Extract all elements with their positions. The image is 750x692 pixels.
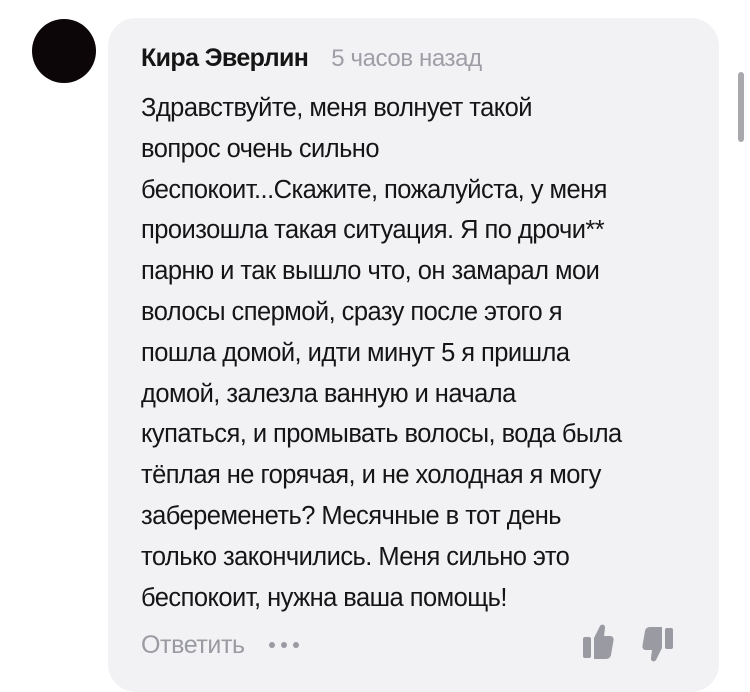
more-dot bbox=[292, 642, 299, 648]
more-dots-icon[interactable] bbox=[267, 636, 301, 654]
more-dot bbox=[268, 642, 275, 648]
thumbs-down-icon[interactable] bbox=[641, 622, 675, 664]
comment-page: Кира Эверлин 5 часов назад Здравствуйте,… bbox=[0, 0, 750, 692]
comment-actions: Ответить bbox=[141, 628, 301, 662]
more-dot bbox=[280, 642, 287, 648]
reply-button[interactable]: Ответить bbox=[141, 631, 245, 660]
comment-header: Кира Эверлин 5 часов назад bbox=[141, 44, 482, 73]
comment-time: 5 часов назад bbox=[331, 45, 482, 72]
comment-text: Здравствуйте, меня волнует такой вопрос … bbox=[141, 94, 622, 612]
author-name[interactable]: Кира Эверлин bbox=[141, 44, 309, 73]
thumbs-up-icon[interactable] bbox=[581, 622, 615, 664]
avatar[interactable] bbox=[32, 19, 96, 83]
scrollbar[interactable] bbox=[738, 72, 744, 142]
